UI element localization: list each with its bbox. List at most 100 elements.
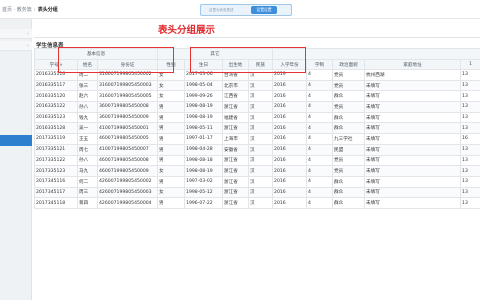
table-cell: 2016	[272, 175, 308, 188]
table-cell: 4	[306, 90, 334, 103]
table-cell: 4	[306, 186, 334, 199]
sidebar-item-active[interactable]	[0, 135, 32, 146]
table-row[interactable]: 2017345118 蒋四 426007199805450004 男 1996-07-2…	[34, 197, 480, 209]
column-header-id-card[interactable]: 身份证	[96, 59, 159, 70]
table-cell: 未填写	[364, 165, 462, 177]
table-row[interactable]: 2016335128 吴一 410071998054500​01 男 1998-05-1…	[34, 122, 480, 135]
column-header-gender[interactable]: 性别	[157, 59, 186, 70]
group-header-empty	[272, 48, 480, 60]
table-cell: 13	[460, 165, 480, 177]
table-cell: 13	[460, 186, 480, 199]
table-cell: 316007199805450003	[96, 79, 159, 92]
table-row[interactable]: 2017345117 周三 426007199805450003 女 1998-05-1…	[34, 186, 480, 199]
table-cell: 未填写	[364, 101, 462, 113]
table-cell: 1998-08-18	[184, 154, 224, 167]
column-header-address[interactable]: 家庭地址	[364, 59, 462, 70]
sidebar-item[interactable]: ›	[0, 29, 32, 39]
table-row[interactable]: 2017335122 孙八 460071998054500​08 男 1998-08-1…	[34, 154, 480, 167]
table-cell: 4	[306, 101, 334, 113]
table-cell: 1998-05-04	[184, 79, 224, 92]
table-cell: 4	[306, 143, 334, 156]
table-cell: 4	[306, 197, 334, 209]
table-row[interactable]: 2016335122 孙八 360071998054500​08 男 1998-08-1…	[34, 101, 480, 113]
table-cell: 2016	[272, 90, 308, 103]
group-header-other: 其它	[157, 48, 274, 60]
table-cell: 未填写	[364, 154, 462, 167]
table-cell: 13	[460, 111, 480, 124]
table-cell: 4	[306, 154, 334, 167]
table-cell: 江西省	[222, 90, 250, 103]
table-cell: 群众	[332, 175, 366, 188]
table-cell: 2016335116	[34, 69, 78, 81]
table-cell: 汉	[248, 197, 274, 209]
table-cell: 钱九	[77, 111, 98, 124]
sidebar: › ›	[0, 19, 32, 300]
table-cell: 2017335119	[34, 133, 78, 145]
table-cell: 16	[460, 133, 480, 145]
table-cell: 民盟	[332, 143, 366, 156]
column-header-political[interactable]: 政治面貌	[332, 59, 366, 70]
table-cell: 汉	[248, 111, 274, 124]
sidebar-item[interactable]: ›	[0, 41, 32, 51]
sort-caret-icon[interactable]: ▼	[60, 63, 63, 67]
table-cell: 1997-01-17	[184, 133, 224, 145]
column-header-name[interactable]: 姓名	[77, 59, 98, 70]
settings-button[interactable]: 设置设置	[251, 6, 277, 14]
column-header-student-id[interactable]: 学号▼	[34, 59, 78, 70]
toggle-hint: 这里为状态表述	[209, 8, 234, 12]
table-row[interactable]: 2017335123 马九 460071998054500​09 女 1998-08-1…	[34, 165, 480, 177]
table-cell: 2017335121	[34, 143, 78, 156]
table-cell: 浙江省	[222, 175, 250, 188]
table-cell: 4	[306, 111, 334, 124]
table-cell: 2017335123	[34, 165, 78, 177]
table-cell: 上海市	[222, 133, 250, 145]
breadcrumb-prev[interactable]: 首页 · 教务篇	[2, 7, 32, 13]
table-cell: 群众	[332, 111, 366, 124]
table-cell: 党员	[332, 69, 366, 81]
table-cell: 2016335120	[34, 90, 78, 103]
table-cell: 吴一	[77, 122, 98, 135]
column-header-extra[interactable]: 1	[460, 59, 480, 70]
table-cell: 汉	[248, 133, 274, 145]
table-row[interactable]: 2016335123 钱九 360071998054500​09 男 1998-08-1…	[34, 111, 480, 124]
table-cell: 1998-08-19	[184, 165, 224, 177]
table-cell: 未填写	[364, 79, 462, 92]
table-cell: 男	[157, 111, 186, 124]
table-cell: 13	[460, 90, 480, 103]
table-row[interactable]: 2017335119 王五 460071998054500​05 男 1997-01-1…	[34, 133, 480, 145]
breadcrumb: 首页 · 教务篇 › 表头分组	[2, 6, 58, 13]
table-row[interactable]: 2017345116 何二 426007199805450002 男 1997-03-0…	[34, 175, 480, 188]
table-cell: 九三学社	[332, 133, 366, 145]
table-cell: 13	[460, 122, 480, 135]
table-cell: 未填写	[364, 175, 462, 188]
table-cell: 群众	[332, 197, 366, 209]
student-table-panel: 学生信息表 基本信息 其它 学号▼ 姓名 身份证 性别 生日 出生地 民族 入学…	[33, 37, 480, 300]
table-row[interactable]: 2016335117 张三 316007199805450003 女 1998-05-0…	[34, 79, 480, 92]
table-cell: 赵六	[77, 90, 98, 103]
column-header-birthday[interactable]: 生日	[184, 59, 224, 70]
table-cell: 2016	[272, 165, 308, 177]
table-cell: 2016	[272, 186, 308, 199]
table-cell: 4	[306, 175, 334, 188]
table-cell: 何二	[77, 175, 98, 188]
header-toolbar: 这里为状态表述 设置设置	[200, 4, 292, 16]
table-cell: 13	[460, 101, 480, 113]
table-cell: 群众	[332, 122, 366, 135]
column-header-ethnicity[interactable]: 民族	[248, 59, 274, 70]
student-table: 基本信息 其它 学号▼ 姓名 身份证 性别 生日 出生地 民族 入学年份 学制 …	[33, 48, 480, 209]
table-cell: 蒋四	[77, 197, 98, 209]
table-row[interactable]: 2016335120 赵六 316007199805450005 女 1999-09-2…	[34, 90, 480, 103]
table-cell: 安徽省	[222, 143, 250, 156]
table-cell: 浙江省	[222, 122, 250, 135]
table-cell: 426007199805450004	[96, 197, 159, 209]
column-header-birthplace[interactable]: 出生地	[222, 59, 250, 70]
table-cell: 汉	[248, 165, 274, 177]
table-cell: 张三	[77, 79, 98, 92]
column-header-duration[interactable]: 学制	[306, 59, 334, 70]
table-cell: 31600719980545000​2	[96, 69, 159, 81]
table-cell: 女	[157, 69, 186, 81]
table-row[interactable]: 2016335116 周二 31600719980545000​2 女 2017-03-…	[34, 69, 480, 81]
table-row[interactable]: 2017335121 周七 410071998054500​07 男 1998-04-2…	[34, 143, 480, 156]
column-header-enroll-year[interactable]: 入学年份	[272, 59, 308, 70]
group-header-row: 基本信息 其它	[33, 48, 480, 60]
